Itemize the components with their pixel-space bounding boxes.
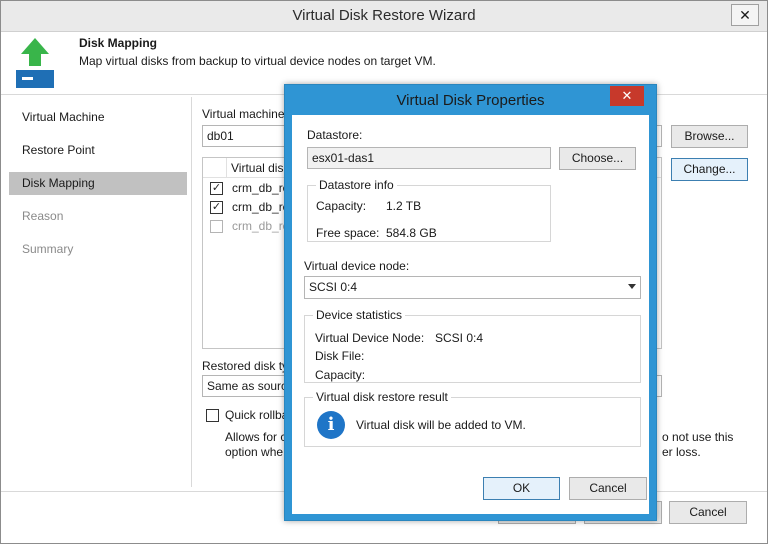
row-disk-name: crm_db_re bbox=[232, 181, 290, 195]
row-disk-name: crm_db_re bbox=[232, 219, 290, 233]
device-statistics-group: Device statistics Virtual Device Node: S… bbox=[304, 308, 641, 383]
datastore-label: Datastore: bbox=[307, 128, 363, 142]
disk-type-value: Same as source bbox=[207, 379, 294, 393]
browse-button[interactable]: Browse... bbox=[671, 125, 748, 148]
restore-disk-icon bbox=[16, 38, 54, 88]
nav-reason: Reason bbox=[22, 209, 64, 223]
capacity-label: Capacity: bbox=[316, 199, 367, 213]
restore-result-group: Virtual disk restore result i Virtual di… bbox=[304, 390, 641, 447]
dialog-title: Virtual Disk Properties bbox=[396, 92, 545, 109]
capacity-value: 1.2 TB bbox=[386, 199, 422, 213]
restore-result-title: Virtual disk restore result bbox=[313, 390, 451, 404]
info-icon: i bbox=[317, 411, 345, 439]
wizard-cancel-button[interactable]: Cancel bbox=[669, 501, 747, 524]
nav-disk-mapping[interactable]: Disk Mapping bbox=[9, 172, 187, 195]
rollback-desc-line-2: option whe bbox=[225, 445, 284, 459]
rollback-desc-right-2: er loss. bbox=[662, 445, 701, 459]
stat-capacity-label: Capacity: bbox=[315, 368, 366, 382]
nav-virtual-machine[interactable]: Virtual Machine bbox=[9, 106, 187, 129]
restore-result-text: Virtual disk will be added to VM. bbox=[356, 418, 526, 432]
change-button[interactable]: Change... bbox=[671, 158, 748, 181]
chevron-down-icon bbox=[628, 284, 636, 289]
device-node-value: SCSI 0:4 bbox=[309, 280, 358, 294]
dialog-body: Datastore: esx01-das1 Choose... Datastor… bbox=[292, 115, 649, 514]
rollback-desc-right-1: o not use this bbox=[662, 430, 734, 444]
wizard-titlebar: Virtual Disk Restore Wizard ✕ bbox=[1, 1, 767, 32]
vdn-value: SCSI 0:4 bbox=[435, 331, 484, 345]
row-disk-name: crm_db_re bbox=[232, 200, 290, 214]
quick-rollback-checkbox[interactable] bbox=[206, 409, 219, 422]
vm-label: Virtual machine bbox=[202, 107, 285, 121]
datastore-info-title: Datastore info bbox=[316, 178, 397, 192]
grid-header-virtual-disk: Virtual disk bbox=[231, 161, 290, 175]
ok-button[interactable]: OK bbox=[483, 477, 560, 500]
dialog-cancel-button[interactable]: Cancel bbox=[569, 477, 647, 500]
virtual-disk-properties-dialog: Virtual Disk Properties ✕ Datastore: esx… bbox=[284, 84, 657, 521]
disk-type-label: Restored disk ty bbox=[202, 359, 289, 373]
row-checkbox[interactable]: ✓ bbox=[210, 182, 223, 195]
nav-restore-point[interactable]: Restore Point bbox=[9, 139, 187, 162]
wizard-close-button[interactable]: ✕ bbox=[731, 4, 759, 26]
vdn-label: Virtual Device Node: bbox=[315, 331, 425, 345]
step-description: Map virtual disks from backup to virtual… bbox=[79, 54, 436, 68]
rollback-desc-line-1: Allows for c bbox=[225, 430, 287, 444]
row-checkbox bbox=[210, 220, 223, 233]
quick-rollback-label: Quick rollba bbox=[225, 408, 289, 422]
wizard-steps-sidebar: Virtual Machine Restore Point Disk Mappi… bbox=[9, 97, 189, 485]
row-checkbox[interactable]: ✓ bbox=[210, 201, 223, 214]
choose-datastore-button[interactable]: Choose... bbox=[559, 147, 636, 170]
grid-header-check-col bbox=[203, 158, 227, 178]
device-node-label: Virtual device node: bbox=[304, 259, 410, 273]
step-title: Disk Mapping bbox=[79, 36, 158, 50]
datastore-field: esx01-das1 bbox=[307, 147, 551, 169]
free-space-label: Free space: bbox=[316, 226, 380, 240]
datastore-info-group: Datastore info Capacity: 1.2 TB Free spa… bbox=[307, 178, 551, 242]
nav-summary: Summary bbox=[22, 242, 74, 256]
device-statistics-title: Device statistics bbox=[313, 308, 406, 322]
dialog-titlebar: Virtual Disk Properties ✕ bbox=[285, 85, 656, 115]
wizard-title: Virtual Disk Restore Wizard bbox=[292, 7, 476, 24]
device-node-select[interactable]: SCSI 0:4 bbox=[304, 276, 641, 299]
free-space-value: 584.8 GB bbox=[386, 226, 437, 240]
dialog-close-button[interactable]: ✕ bbox=[610, 86, 644, 106]
disk-file-label: Disk File: bbox=[315, 349, 365, 363]
